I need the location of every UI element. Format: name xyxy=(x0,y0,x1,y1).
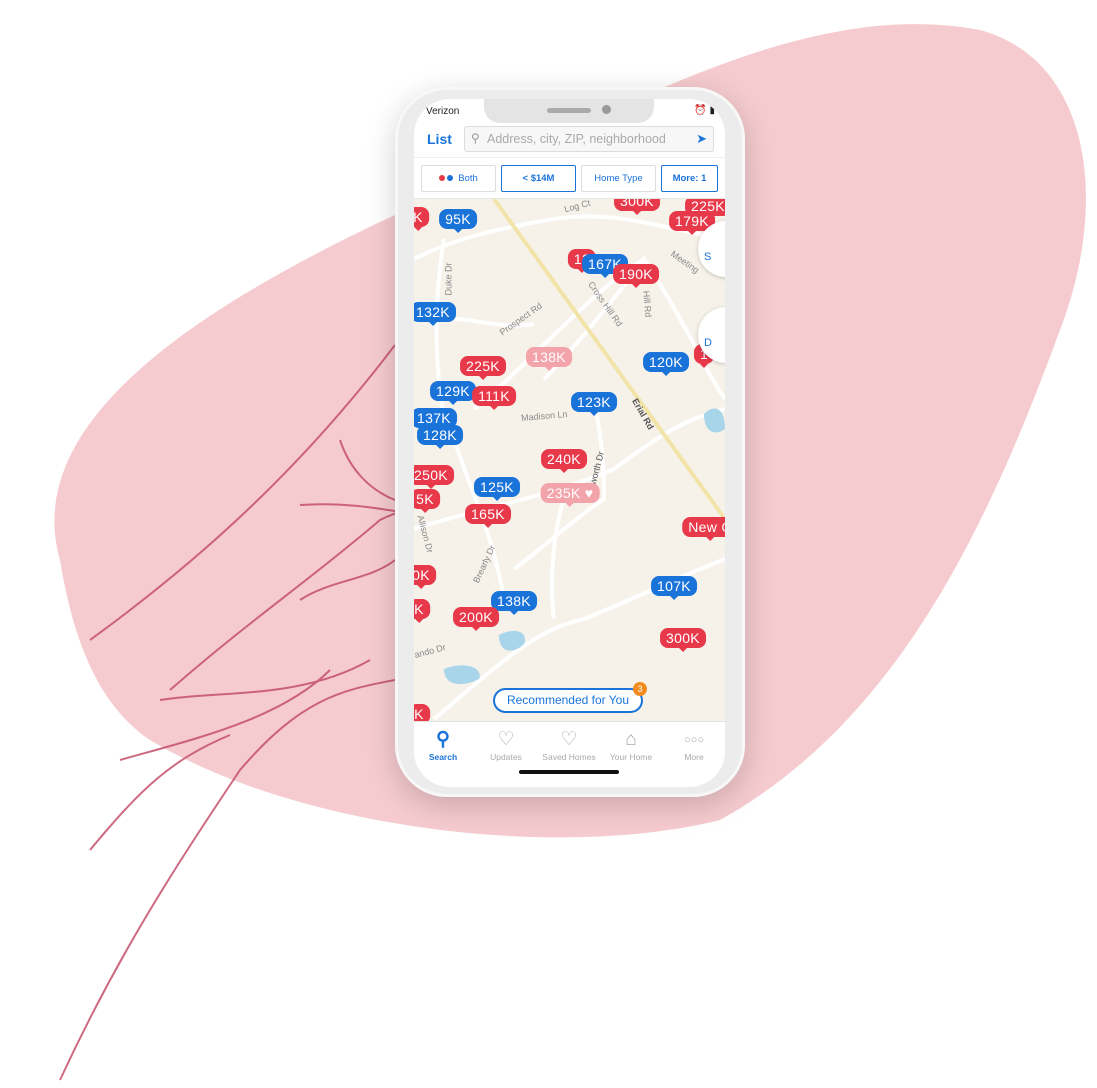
tab-bar: ⚲ Search ♡ Updates ♡ Saved Homes ⌂ Your Home… xyxy=(414,721,725,787)
price-marker[interactable]: 107K xyxy=(651,576,697,600)
search-placeholder: Address, city, ZIP, neighborhood xyxy=(487,132,666,146)
tab-label: More xyxy=(684,752,704,762)
tab-label: Saved Homes xyxy=(542,752,596,762)
price-marker[interactable]: 250K xyxy=(414,465,454,489)
hearts-icon: ♡ xyxy=(497,729,515,750)
top-bar: List ⚲ Address, city, ZIP, neighborhood … xyxy=(414,123,725,157)
price-marker[interactable]: K xyxy=(414,704,430,721)
price-marker[interactable]: 138K xyxy=(491,591,537,615)
carrier-label: Verizon xyxy=(426,106,460,117)
price-marker[interactable]: 129K xyxy=(430,381,476,405)
street-label: Duke Dr xyxy=(443,262,454,296)
home-indicator xyxy=(519,770,619,774)
tab-your-home[interactable]: ⌂ Your Home xyxy=(600,728,662,762)
search-icon: ⚲ xyxy=(436,729,450,750)
camera xyxy=(602,105,611,114)
filter-label: Both xyxy=(458,173,478,184)
price-marker[interactable]: 240K xyxy=(541,449,587,473)
price-marker[interactable]: 5K xyxy=(414,489,440,513)
tab-saved-homes[interactable]: ♡ Saved Homes xyxy=(538,728,600,762)
blue-dot xyxy=(447,175,454,181)
price-marker[interactable]: New C xyxy=(682,517,725,541)
tab-label: Updates xyxy=(490,752,522,762)
filter-both[interactable]: Both xyxy=(421,165,496,192)
tab-updates[interactable]: ♡ Updates xyxy=(475,728,537,762)
list-button[interactable]: List xyxy=(427,131,452,147)
search-input[interactable]: ⚲ Address, city, ZIP, neighborhood ➤ xyxy=(464,126,714,152)
status-bar: Verizon ⏰ ▮ xyxy=(414,99,725,123)
price-marker[interactable]: 300K xyxy=(614,199,660,215)
tab-label: Search xyxy=(428,752,458,762)
price-marker-viewed[interactable]: 138K xyxy=(526,347,572,371)
map[interactable]: Log Ct Duke Dr Prospect Rd Cross Hill Rd… xyxy=(414,199,725,721)
price-marker[interactable]: 165K xyxy=(465,504,511,528)
price-marker[interactable]: 123K xyxy=(571,392,617,416)
more-icon: ○○○ xyxy=(684,734,704,746)
price-marker[interactable]: 200K xyxy=(453,607,499,631)
filter-bar: Both < $14M Home Type More: 1 xyxy=(414,157,725,199)
app-screen: Verizon ⏰ ▮ List ⚲ Address, city, ZIP, n… xyxy=(414,99,725,787)
recommended-for-you-button[interactable]: Recommended for You 3 xyxy=(493,682,647,713)
price-marker[interactable]: 300K xyxy=(660,628,706,652)
price-marker[interactable]: 125K xyxy=(474,477,520,501)
price-marker[interactable]: 0K xyxy=(414,565,436,589)
price-marker[interactable]: K xyxy=(414,599,430,623)
tab-search[interactable]: ⚲ Search xyxy=(414,728,474,762)
location-arrow-icon[interactable]: ➤ xyxy=(696,131,707,147)
price-marker[interactable]: 132K xyxy=(414,302,456,326)
house-icon: ⌂ xyxy=(625,729,637,750)
battery-icon: ⏰ ▮ xyxy=(694,105,715,116)
price-marker[interactable]: 225K xyxy=(460,356,506,380)
side-button-label: S xyxy=(704,251,712,263)
price-marker[interactable]: K xyxy=(414,207,429,231)
price-marker-favorite[interactable]: 235K ♥ xyxy=(540,483,600,507)
price-marker[interactable]: 111K xyxy=(472,386,516,410)
price-marker[interactable]: 128K xyxy=(417,425,463,449)
recommended-label: Recommended for You xyxy=(506,693,630,707)
speaker xyxy=(547,108,591,113)
filter-home-type[interactable]: Home Type xyxy=(581,165,656,192)
side-button-label: D xyxy=(704,337,712,349)
heart-icon: ♡ xyxy=(560,729,578,750)
price-marker[interactable]: 95K xyxy=(439,209,477,233)
tab-more[interactable]: ○○○ More xyxy=(663,728,725,762)
filter-price[interactable]: < $14M xyxy=(501,165,576,192)
tab-label: Your Home xyxy=(609,752,653,762)
search-icon: ⚲ xyxy=(471,131,480,145)
notch xyxy=(484,99,654,123)
filter-more[interactable]: More: 1 xyxy=(661,165,718,192)
price-marker[interactable]: 190K xyxy=(613,264,659,288)
recommended-count-badge: 3 xyxy=(633,682,647,696)
red-dot xyxy=(439,175,446,181)
price-marker[interactable]: 120K xyxy=(643,352,689,376)
